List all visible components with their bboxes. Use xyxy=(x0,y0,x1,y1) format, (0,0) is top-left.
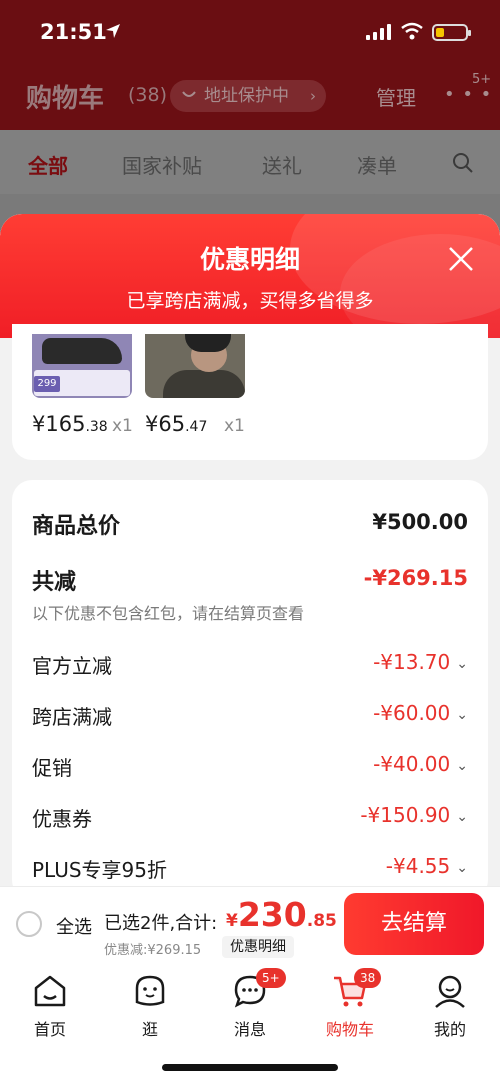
discount-label-plus: PLUS专享95折 xyxy=(32,858,167,882)
reduce-note: 以下优惠不包含红包，请在结算页查看 xyxy=(32,604,305,623)
discount-row-official[interactable]: -¥13.70 ⌄ xyxy=(373,650,468,674)
close-icon[interactable] xyxy=(444,242,478,276)
tab-bundle[interactable]: 凑单 xyxy=(357,150,397,179)
total-reduce-label: 共减 xyxy=(32,570,77,595)
chevron-right-icon: › xyxy=(310,87,316,105)
price-summary-card: 商品总价 ¥500.00 共减 -¥269.15 以下优惠不包含红包，请在结算页… xyxy=(12,480,488,900)
product-list-card: 299 ¥165.38 x1 ¥65.47 x1 xyxy=(12,324,488,460)
product-price: ¥65.47 xyxy=(145,412,208,436)
product-thumbnail-hoodie[interactable] xyxy=(145,334,245,398)
face-bubble-icon xyxy=(135,975,165,1006)
discount-label-coupon: 优惠券 xyxy=(32,807,92,831)
discount-row-promotion[interactable]: -¥40.00 ⌄ xyxy=(373,752,468,776)
chevron-down-icon: ⌄ xyxy=(456,808,468,825)
message-badge: 5+ xyxy=(256,968,286,988)
home-indicator xyxy=(162,1064,338,1071)
tab-label: 我的 xyxy=(433,1020,466,1039)
total-price-value: ¥500.00 xyxy=(372,510,468,534)
checkout-bar: 全选 已选2件,合计: ¥230.85 优惠减:¥269.15 优惠明细 去结算 xyxy=(0,886,500,962)
product-price: ¥165.38 xyxy=(32,412,108,436)
cart-badge: 38 xyxy=(354,968,382,988)
tab-national-subsidy[interactable]: 国家补贴 xyxy=(122,150,202,179)
tab-gift[interactable]: 送礼 xyxy=(262,150,302,179)
checkout-total-price: ¥230.85 xyxy=(226,895,337,934)
total-reduce-value: -¥269.15 xyxy=(363,566,468,590)
chevron-down-icon: ⌄ xyxy=(456,706,468,723)
wifi-icon xyxy=(401,22,423,40)
status-bar: 21:51 xyxy=(0,0,500,64)
cart-title: 购物车 xyxy=(26,84,105,114)
product-thumbnail-shoe[interactable]: 299 xyxy=(32,334,132,398)
discount-label-official: 官方立减 xyxy=(32,654,112,678)
cart-tab-strip xyxy=(0,130,500,194)
discount-detail-button[interactable]: 优惠明细 xyxy=(222,936,294,958)
tab-messages[interactable]: 5+ 消息 xyxy=(210,968,290,1040)
tab-me[interactable]: 我的 xyxy=(410,972,490,1040)
discount-label-promotion: 促销 xyxy=(32,756,72,780)
discount-row-plus[interactable]: -¥4.55 ⌄ xyxy=(386,854,468,878)
product-qty: x1 xyxy=(112,416,133,436)
battery-icon xyxy=(432,24,471,41)
tab-label: 首页 xyxy=(33,1020,66,1039)
sheet-header: 优惠明细 已享跨店满减，买得多省得多 xyxy=(0,214,500,338)
tab-cart[interactable]: 38 购物车 xyxy=(310,968,390,1040)
thumbnail-price-tag: 299 xyxy=(34,376,60,392)
tab-label: 购物车 xyxy=(325,1020,374,1039)
checkout-button[interactable]: 去结算 xyxy=(344,893,484,955)
tab-browse[interactable]: 逛 xyxy=(110,972,190,1040)
status-time: 21:51 xyxy=(40,20,107,44)
address-protect-pill[interactable]: 地址保护中 › xyxy=(170,80,326,112)
discount-row-coupon[interactable]: -¥150.90 ⌄ xyxy=(360,803,468,827)
discount-label-cross-store: 跨店满减 xyxy=(32,705,112,729)
select-all-label[interactable]: 全选 xyxy=(56,913,92,939)
cart-count: (38) xyxy=(128,84,168,106)
chevron-down-icon: ⌄ xyxy=(456,655,468,672)
sheet-title: 优惠明细 xyxy=(199,245,300,274)
profile-icon xyxy=(435,975,465,1008)
address-protect-label: 地址保护中 xyxy=(204,86,289,106)
tab-label: 消息 xyxy=(233,1020,266,1039)
location-arrow-icon xyxy=(106,24,120,38)
chevron-down-icon: ⌄ xyxy=(456,859,468,876)
select-all-checkbox[interactable] xyxy=(16,911,42,937)
cellular-signal-icon xyxy=(366,24,391,40)
more-badge: 5+ xyxy=(472,72,492,87)
shield-icon xyxy=(182,91,196,97)
discount-row-cross-store[interactable]: -¥60.00 ⌄ xyxy=(373,701,468,725)
selected-count-label: 已选2件,合计: xyxy=(104,913,218,934)
chevron-down-icon: ⌄ xyxy=(456,757,468,774)
product-qty: x1 xyxy=(224,416,245,436)
tab-label: 逛 xyxy=(141,1020,158,1039)
search-icon[interactable] xyxy=(452,152,474,174)
home-icon xyxy=(34,975,66,1007)
total-price-label: 商品总价 xyxy=(32,514,121,539)
tab-all[interactable]: 全部 xyxy=(28,150,68,179)
tab-home[interactable]: 首页 xyxy=(10,972,90,1040)
sheet-subtitle: 已享跨店满减，买得多省得多 xyxy=(126,290,374,312)
manage-button[interactable]: 管理 xyxy=(376,82,416,111)
discount-note: 优惠减:¥269.15 xyxy=(104,943,202,958)
more-icon[interactable]: • • • xyxy=(444,84,492,105)
